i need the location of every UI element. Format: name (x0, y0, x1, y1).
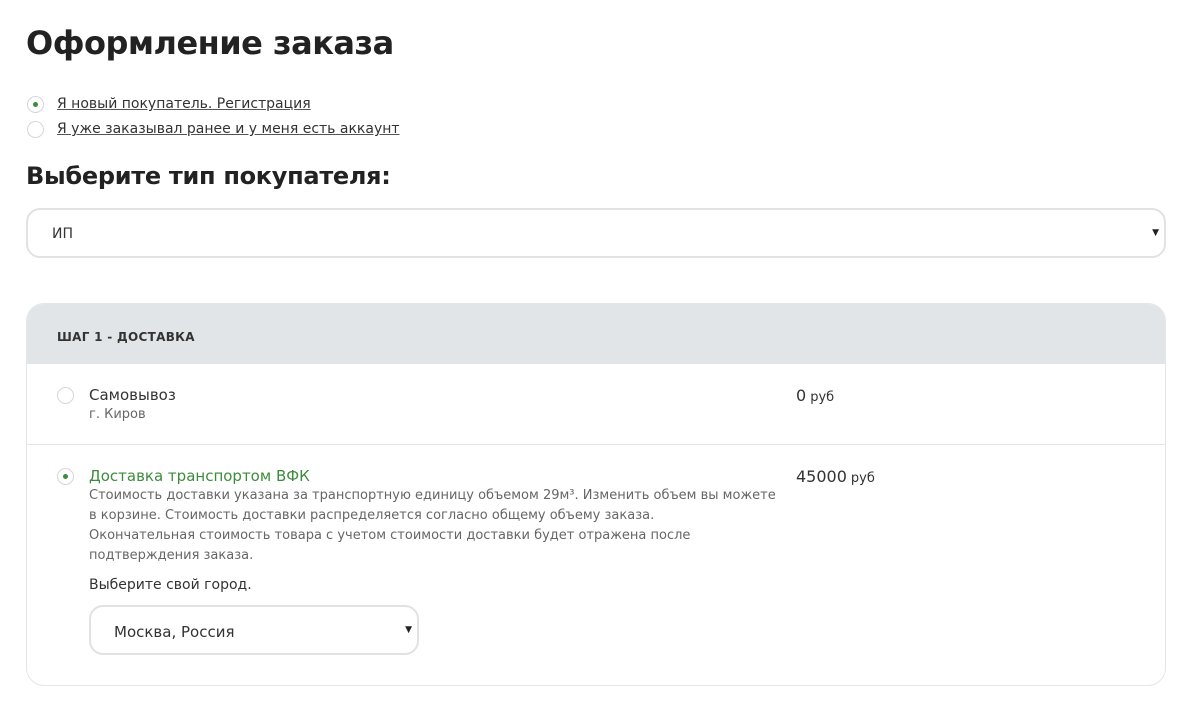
buyer-type-select[interactable]: ИП ▼ (26, 208, 1166, 258)
vfk-price-amount: 45000 (796, 467, 847, 486)
vfk-delivery-label[interactable]: Доставка транспортом ВФК (89, 467, 310, 485)
vfk-description-line: Окончательная стоимость товара с учетом … (89, 528, 691, 543)
vfk-description-line: Стоимость доставки указана за транспортн… (89, 488, 776, 503)
buyer-type-heading: Выберите тип покупателя: (26, 162, 391, 190)
step-header: ШАГ 1 - ДОСТАВКА (27, 304, 1165, 364)
vfk-delivery-price: 45000 руб (796, 467, 875, 486)
caret-down-icon: ▼ (1152, 228, 1159, 238)
new-customer-radio[interactable] (27, 96, 44, 113)
new-customer-label[interactable]: Я новый покупатель. Регистрация (57, 96, 311, 112)
vfk-price-currency: руб (850, 471, 875, 486)
step-title: ШАГ 1 - ДОСТАВКА (57, 330, 195, 344)
buyer-type-value: ИП (52, 226, 73, 242)
pickup-price-currency: руб (810, 390, 835, 405)
existing-account-label[interactable]: Я уже заказывал ранее и у меня есть акка… (57, 121, 400, 137)
pickup-radio[interactable] (57, 387, 74, 404)
vfk-description-line: в корзине. Стоимость доставки распределя… (89, 508, 655, 523)
city-select-label: Выберите свой город. (89, 577, 252, 593)
caret-down-icon: ▼ (405, 625, 412, 635)
vfk-delivery-radio[interactable] (57, 468, 74, 485)
vfk-description-line: подтверждения заказа. (89, 548, 254, 563)
divider (27, 444, 1165, 445)
city-select[interactable]: Москва, Россия ▼ (89, 605, 419, 655)
delivery-step-panel: ШАГ 1 - ДОСТАВКА Самовывоз г. Киров 0 руб… (26, 303, 1166, 686)
existing-account-radio[interactable] (27, 121, 44, 138)
page-title: Оформление заказа (26, 24, 394, 62)
city-select-value: Москва, Россия (114, 623, 235, 641)
pickup-price: 0 руб (796, 386, 834, 405)
pickup-label[interactable]: Самовывоз (89, 386, 176, 404)
pickup-city: г. Киров (89, 407, 146, 422)
pickup-price-amount: 0 (796, 386, 807, 405)
